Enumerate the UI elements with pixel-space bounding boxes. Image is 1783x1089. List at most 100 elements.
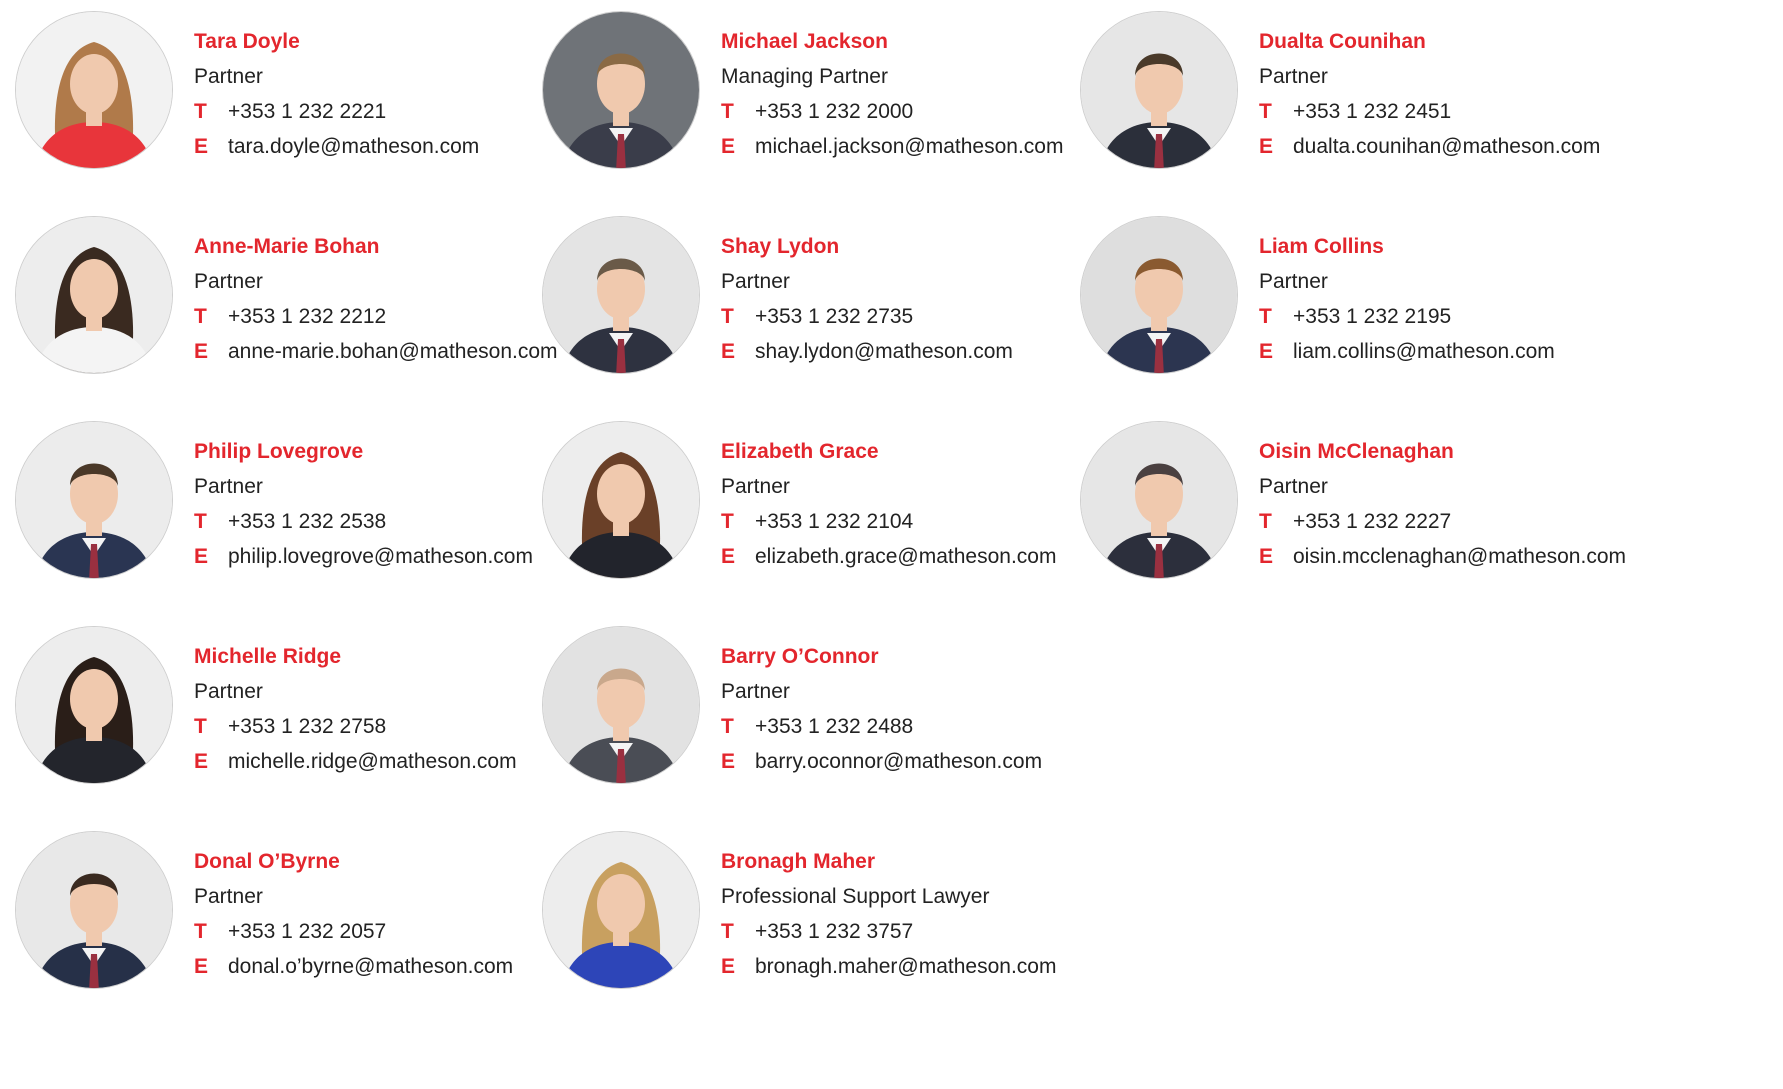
phone-label: T	[1259, 510, 1272, 533]
person-name: Michael Jackson	[721, 30, 888, 53]
phone-number[interactable]: +353 1 232 2195	[1293, 299, 1451, 334]
person-role: Partner	[194, 885, 263, 908]
person-role: Partner	[194, 65, 263, 88]
person-name: Donal O’Byrne	[194, 850, 340, 873]
phone-row: T +353 1 232 2227	[1259, 504, 1626, 539]
contact-info: Philip Lovegrove Partner T +353 1 232 25…	[194, 434, 533, 574]
email-label: E	[1259, 340, 1274, 363]
person-role: Managing Partner	[721, 65, 888, 88]
contact-info: Dualta Counihan Partner T +353 1 232 245…	[1259, 24, 1600, 164]
email-link[interactable]: michael.jackson@matheson.com	[755, 129, 1063, 164]
person-name: Liam Collins	[1259, 235, 1384, 258]
person-name: Elizabeth Grace	[721, 440, 879, 463]
phone-label: T	[194, 715, 207, 738]
email-link[interactable]: elizabeth.grace@matheson.com	[755, 539, 1056, 574]
email-link[interactable]: donal.o’byrne@matheson.com	[228, 949, 513, 984]
person-role: Partner	[721, 270, 790, 293]
phone-number[interactable]: +353 1 232 2104	[755, 504, 913, 539]
email-label: E	[194, 545, 209, 568]
phone-row: T +353 1 232 2735	[721, 299, 1013, 334]
phone-label: T	[721, 305, 734, 328]
phone-label: T	[194, 510, 207, 533]
portrait-man-icon	[16, 422, 172, 578]
phone-number[interactable]: +353 1 232 2538	[228, 504, 386, 539]
portrait-woman-icon	[16, 217, 172, 373]
email-row: E barry.oconnor@matheson.com	[721, 744, 1042, 779]
email-link[interactable]: tara.doyle@matheson.com	[228, 129, 479, 164]
avatar	[16, 627, 172, 783]
phone-row: T +353 1 232 2195	[1259, 299, 1555, 334]
email-row: E elizabeth.grace@matheson.com	[721, 539, 1056, 574]
person-name: Shay Lydon	[721, 235, 840, 258]
portrait-man-icon	[543, 627, 699, 783]
email-label: E	[721, 750, 736, 773]
avatar	[16, 832, 172, 988]
person-card-elizabeth-grace: Elizabeth Grace Partner T +353 1 232 210…	[543, 422, 1123, 592]
phone-number[interactable]: +353 1 232 2212	[228, 299, 386, 334]
email-link[interactable]: dualta.counihan@matheson.com	[1293, 129, 1600, 164]
person-name: Philip Lovegrove	[194, 440, 364, 463]
people-directory: Tara Doyle Partner T +353 1 232 2221 E t…	[0, 0, 1783, 1089]
phone-row: T +353 1 232 2057	[194, 914, 513, 949]
phone-row: T +353 1 232 3757	[721, 914, 1056, 949]
email-label: E	[721, 955, 736, 978]
email-row: E oisin.mcclenaghan@matheson.com	[1259, 539, 1626, 574]
avatar	[1081, 422, 1237, 578]
email-link[interactable]: shay.lydon@matheson.com	[755, 334, 1013, 369]
person-role: Partner	[1259, 65, 1328, 88]
person-card-liam-collins: Liam Collins Partner T +353 1 232 2195 E…	[1081, 217, 1661, 387]
phone-number[interactable]: +353 1 232 2227	[1293, 504, 1451, 539]
phone-label: T	[721, 100, 734, 123]
phone-number[interactable]: +353 1 232 2735	[755, 299, 913, 334]
avatar	[543, 217, 699, 373]
email-link[interactable]: oisin.mcclenaghan@matheson.com	[1293, 539, 1626, 574]
avatar	[16, 217, 172, 373]
portrait-woman-icon	[16, 627, 172, 783]
email-link[interactable]: anne-marie.bohan@matheson.com	[228, 334, 558, 369]
phone-row: T +353 1 232 2451	[1259, 94, 1600, 129]
contact-info: Oisin McClenaghan Partner T +353 1 232 2…	[1259, 434, 1626, 574]
phone-number[interactable]: +353 1 232 2221	[228, 94, 386, 129]
email-label: E	[1259, 545, 1274, 568]
email-row: E anne-marie.bohan@matheson.com	[194, 334, 558, 369]
email-row: E liam.collins@matheson.com	[1259, 334, 1555, 369]
email-row: E michael.jackson@matheson.com	[721, 129, 1063, 164]
avatar	[543, 12, 699, 168]
person-name: Anne-Marie Bohan	[194, 235, 380, 258]
phone-number[interactable]: +353 1 232 2451	[1293, 94, 1451, 129]
email-link[interactable]: barry.oconnor@matheson.com	[755, 744, 1042, 779]
portrait-man-icon	[543, 12, 699, 168]
person-role: Partner	[194, 475, 263, 498]
phone-number[interactable]: +353 1 232 2000	[755, 94, 913, 129]
phone-row: T +353 1 232 2488	[721, 709, 1042, 744]
person-card-tara-doyle: Tara Doyle Partner T +353 1 232 2221 E t…	[16, 12, 596, 182]
portrait-man-icon	[543, 217, 699, 373]
avatar	[16, 422, 172, 578]
avatar	[543, 627, 699, 783]
email-label: E	[721, 135, 736, 158]
phone-number[interactable]: +353 1 232 2758	[228, 709, 386, 744]
email-link[interactable]: liam.collins@matheson.com	[1293, 334, 1555, 369]
person-role: Partner	[721, 680, 790, 703]
phone-number[interactable]: +353 1 232 2488	[755, 709, 913, 744]
phone-row: T +353 1 232 2758	[194, 709, 517, 744]
phone-label: T	[1259, 100, 1272, 123]
email-row: E donal.o’byrne@matheson.com	[194, 949, 513, 984]
email-link[interactable]: michelle.ridge@matheson.com	[228, 744, 517, 779]
phone-number[interactable]: +353 1 232 3757	[755, 914, 913, 949]
person-card-michael-jackson: Michael Jackson Managing Partner T +353 …	[543, 12, 1123, 182]
email-row: E shay.lydon@matheson.com	[721, 334, 1013, 369]
contact-info: Barry O’Connor Partner T +353 1 232 2488…	[721, 639, 1042, 779]
email-link[interactable]: bronagh.maher@matheson.com	[755, 949, 1056, 984]
avatar	[543, 832, 699, 988]
email-row: E michelle.ridge@matheson.com	[194, 744, 517, 779]
phone-number[interactable]: +353 1 232 2057	[228, 914, 386, 949]
email-link[interactable]: philip.lovegrove@matheson.com	[228, 539, 533, 574]
email-row: E philip.lovegrove@matheson.com	[194, 539, 533, 574]
contact-info: Tara Doyle Partner T +353 1 232 2221 E t…	[194, 24, 479, 164]
contact-info: Donal O’Byrne Partner T +353 1 232 2057 …	[194, 844, 513, 984]
phone-row: T +353 1 232 2104	[721, 504, 1056, 539]
person-role: Partner	[1259, 270, 1328, 293]
phone-row: T +353 1 232 2538	[194, 504, 533, 539]
contact-info: Elizabeth Grace Partner T +353 1 232 210…	[721, 434, 1056, 574]
